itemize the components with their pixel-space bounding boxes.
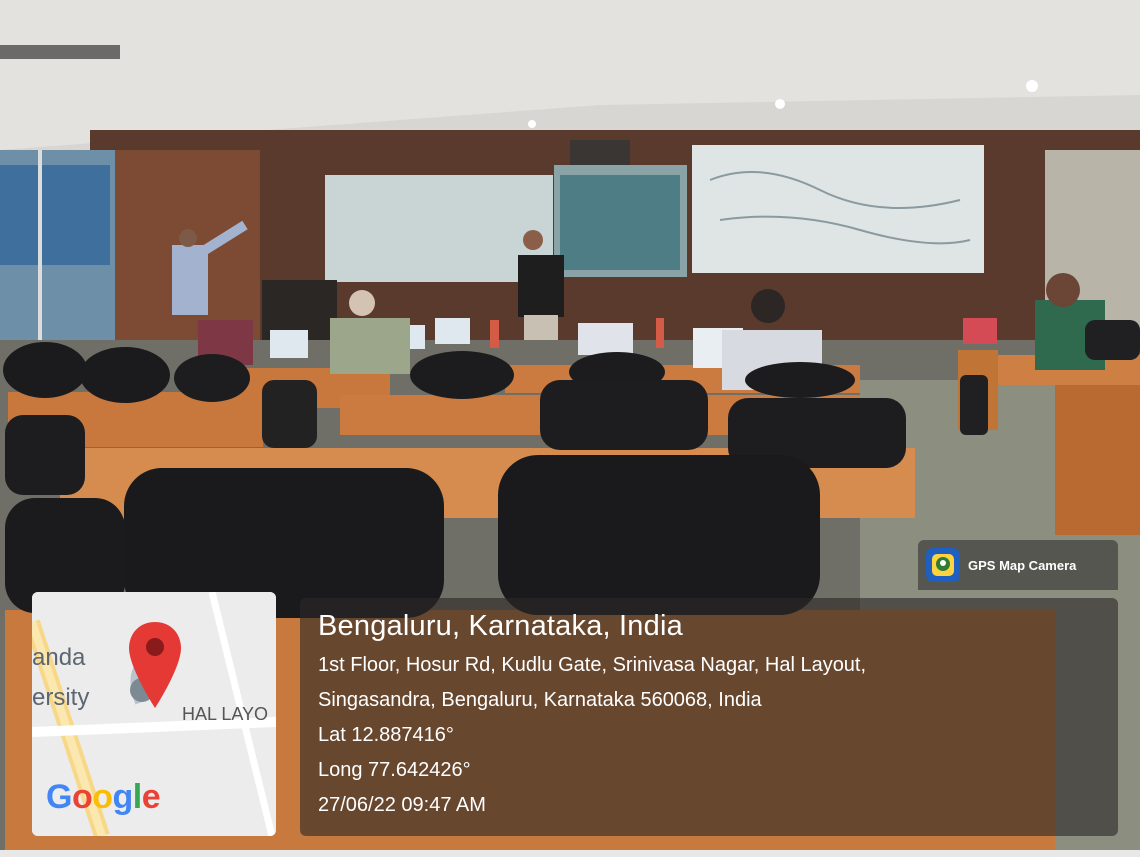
map-label-ersity: ersity bbox=[32, 684, 90, 711]
latitude: Lat 12.887416° bbox=[318, 724, 454, 746]
gps-map-camera-icon bbox=[926, 548, 960, 582]
map-thumbnail: anda ersity HAL LAYO Google bbox=[32, 592, 276, 836]
map-pin-icon bbox=[129, 622, 181, 708]
google-logo: Google bbox=[46, 778, 161, 816]
longitude: Long 77.642426° bbox=[318, 759, 471, 781]
gps-map-camera-badge: GPS Map Camera bbox=[918, 540, 1118, 590]
map-label-anda: anda bbox=[32, 644, 86, 671]
address-line-1: 1st Floor, Hosur Rd, Kudlu Gate, Sriniva… bbox=[318, 654, 867, 676]
address-line-2: Singasandra, Bengaluru, Karnataka 560068… bbox=[318, 689, 762, 711]
location-info-panel: Bengaluru, Karnataka, India 1st Floor, H… bbox=[300, 598, 1118, 836]
gps-map-camera-label: GPS Map Camera bbox=[968, 557, 1077, 573]
location-title: Bengaluru, Karnataka, India bbox=[318, 610, 683, 642]
timestamp: 27/06/22 09:47 AM bbox=[318, 794, 486, 816]
map-label-hal-layout: HAL LAYO bbox=[182, 704, 269, 724]
